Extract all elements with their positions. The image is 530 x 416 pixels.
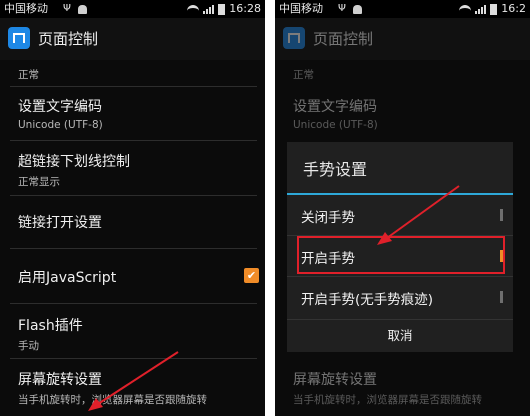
phone-screen-left: 中国移动 Ψ 16:28 页面控制 正常 设置文字编码 Unicode (UTF… [0,0,265,416]
annotation-arrow-left [88,351,179,411]
annotation-arrow-right [377,185,460,245]
phone-screen-right: 中国移动 Ψ 16:2 页面控制 正常 设置文字编码 Unicode (UTF-… [275,0,530,416]
